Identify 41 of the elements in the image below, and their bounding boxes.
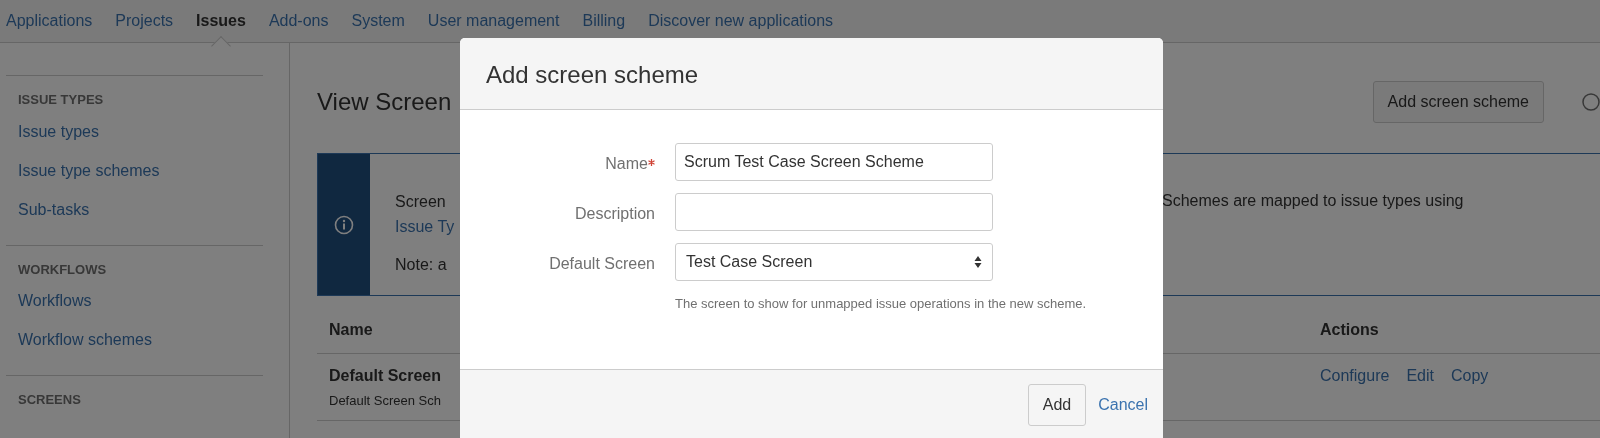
sidebar-heading: WORKFLOWS (18, 261, 108, 278)
field-label: Name (460, 143, 655, 181)
nav-tab[interactable]: Issues (196, 2, 246, 40)
scheme-description: Default Screen Sch (329, 392, 441, 410)
nav-tab[interactable]: Add-ons (268, 2, 329, 40)
column-header: Actions (1320, 320, 1379, 340)
field-label: Description (573, 204, 655, 224)
action-link[interactable]: Edit (1406, 367, 1434, 384)
dialog-title: Add screen scheme (486, 61, 700, 90)
sidebar-item[interactable]: Sub-tasks (18, 197, 263, 222)
nav-tab[interactable]: System (351, 2, 405, 40)
input-field[interactable] (675, 193, 993, 231)
add-scheme-button[interactable]: Add screen scheme (1372, 81, 1544, 123)
action-link[interactable]: Copy (1450, 367, 1489, 384)
sidebar-item[interactable]: Workflows (18, 289, 263, 314)
info-text: Schemes are mapped to issue types using (1162, 191, 1465, 211)
sidebar-item[interactable]: Workflow schemes (18, 328, 263, 353)
info-text: Note: a (395, 255, 448, 275)
help-text: The screen to show for unmapped issue operations in the new scheme. (675, 295, 1088, 313)
cancel-link[interactable]: Cancel (1098, 384, 1148, 417)
nav-tab[interactable]: Projects (115, 2, 174, 40)
column-header: Name (329, 320, 374, 340)
nav-tab[interactable]: Applications (6, 2, 93, 40)
sort-arrows-icon (974, 255, 982, 269)
nav-tab[interactable]: Billing (582, 2, 626, 40)
sidebar-heading: ISSUE TYPES (18, 92, 105, 108)
sidebar-item[interactable]: Issue types (18, 119, 263, 144)
nav-tab[interactable]: Discover new applications (648, 2, 834, 40)
select-field[interactable]: Test Case Screen (675, 243, 993, 281)
info-icon (334, 214, 354, 235)
scheme-name: Default Screen (329, 366, 442, 386)
add-button[interactable]: Add (1027, 384, 1087, 426)
nav-tab[interactable]: User management (427, 2, 560, 40)
sidebar-item[interactable]: Issue type schemes (18, 158, 263, 183)
page-title: View Screen (317, 87, 452, 117)
input-field[interactable]: Scrum Test Case Screen Scheme (675, 143, 993, 181)
action-link[interactable]: Configure (1320, 367, 1390, 384)
field-label: Default Screen (548, 254, 655, 274)
help-icon[interactable] (1582, 93, 1600, 111)
info-text: Screen (395, 192, 447, 212)
sidebar-heading: SCREENS (18, 392, 82, 408)
